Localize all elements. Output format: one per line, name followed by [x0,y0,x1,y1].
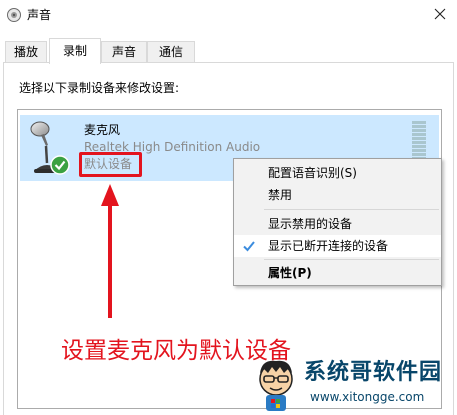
menu-item-label: 显示已断开连接的设备 [268,239,389,253]
menu-item-show-disconnected[interactable]: 显示已断开连接的设备 [234,235,441,257]
context-menu: 配置语音识别(S) 禁用 显示禁用的设备 显示已断开连接的设备 属性(P) [233,158,442,286]
close-button[interactable] [429,4,451,24]
tab-playback[interactable]: 播放 [5,41,47,62]
mascot-icon [259,360,293,411]
annotation-highlight-box [79,152,142,177]
menu-separator [264,259,439,260]
instruction-label: 选择以下录制设备来修改设置: [19,81,180,95]
watermark-url: www.xitongge.com [310,390,425,404]
microphone-icon [30,121,70,175]
checkmark-icon [243,241,255,252]
menu-item-configure-speech[interactable]: 配置语音识别(S) [234,162,441,184]
tab-communications[interactable]: 通信 [147,41,195,62]
menu-item-show-disabled[interactable]: 显示禁用的设备 [234,213,441,235]
speaker-icon [7,8,21,22]
watermark-title: 系统哥软件园 [304,360,443,385]
device-name: 麦克风 [84,123,121,137]
close-icon [434,8,446,20]
menu-item-disable[interactable]: 禁用 [234,184,441,206]
menu-item-properties[interactable]: 属性(P) [234,262,441,284]
green-check-icon [50,155,70,175]
menu-separator [264,209,439,210]
window-title: 声音 [27,8,52,22]
title-bar: 声音 [0,0,457,30]
watermark-logo: 系统哥软件园 www.xitongge.com [248,355,457,415]
tab-sounds[interactable]: 声音 [101,41,147,62]
tab-strip: 播放 录制 声音 通信 [0,38,457,64]
tab-recording[interactable]: 录制 [49,38,101,64]
